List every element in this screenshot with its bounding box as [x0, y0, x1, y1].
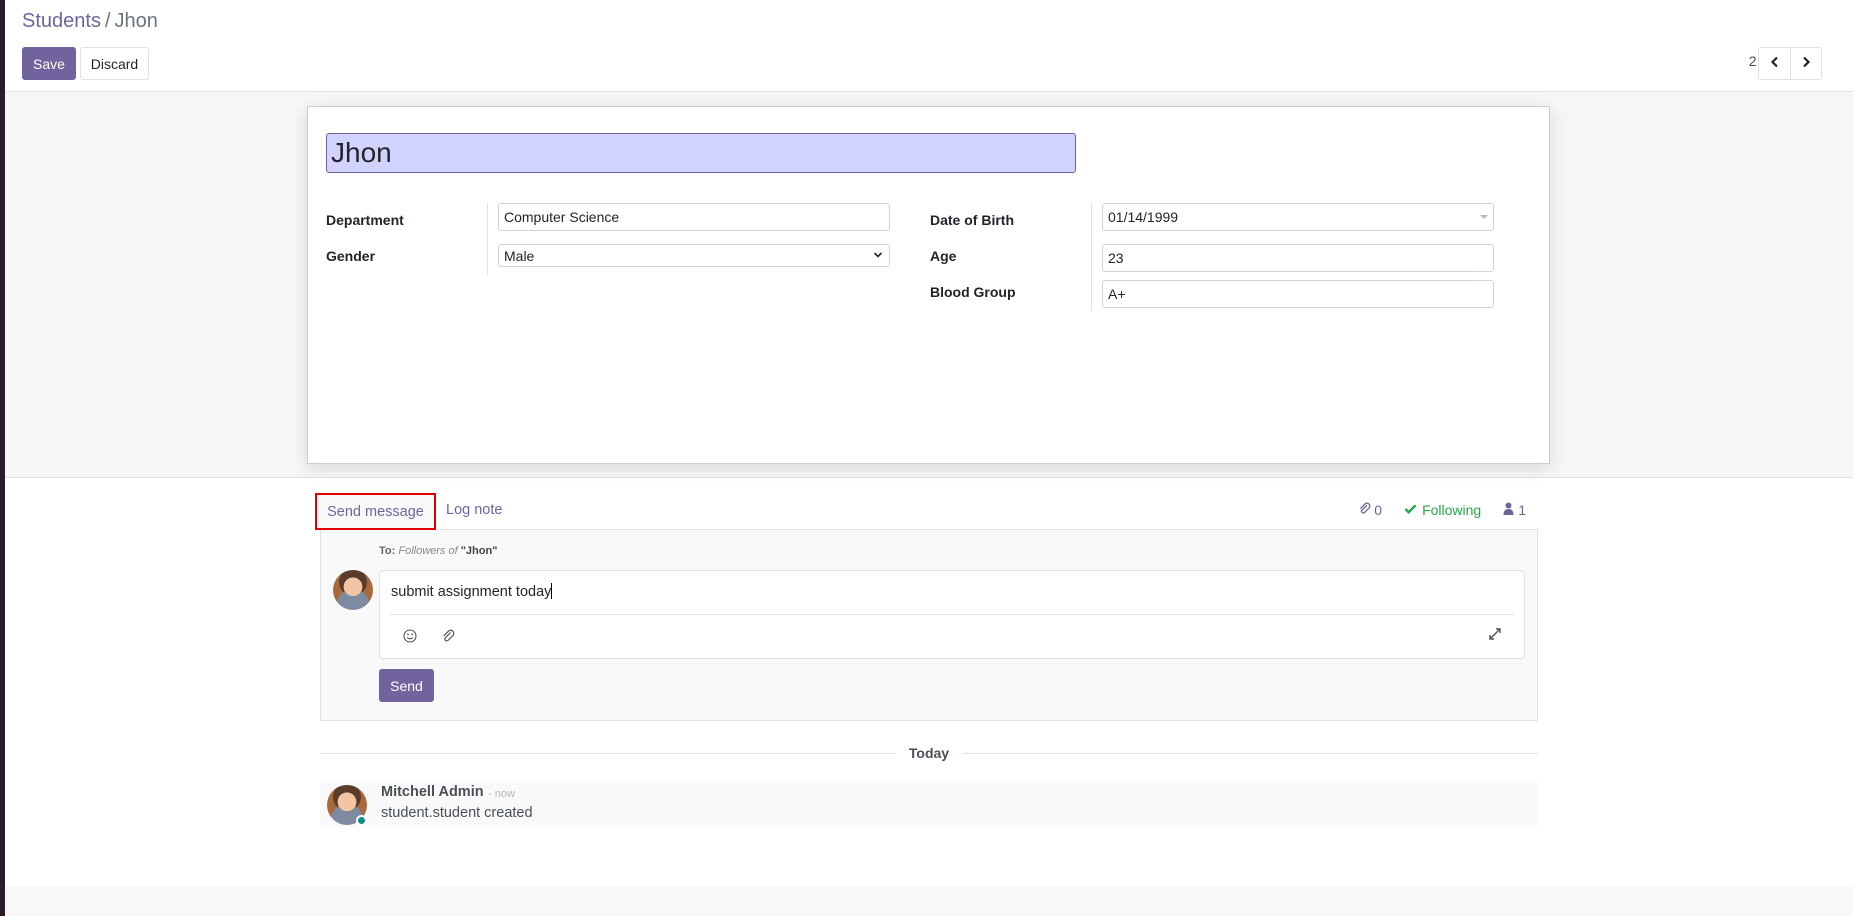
send-button[interactable]: Send [379, 669, 434, 702]
breadcrumb-students-link[interactable]: Students [22, 10, 101, 32]
to-prefix: To: [379, 545, 396, 557]
form-sheet: Department Computer Science Gender Male … [307, 106, 1550, 464]
field-label: Date of Birth [930, 203, 1092, 239]
date-of-birth-value: 01/14/1999 [1108, 209, 1179, 225]
form-group-left: Department Computer Science Gender Male [326, 203, 896, 275]
chatter-topbar: Send message Log note 0 Following 1 [315, 490, 1538, 530]
paperclip-icon[interactable] [440, 628, 456, 644]
date-of-birth-input[interactable]: 01/14/1999 [1102, 203, 1494, 231]
following-button[interactable]: Following [1404, 502, 1481, 518]
recipients-line: To: Followers of "Jhon" [379, 545, 497, 557]
followers-count: 1 [1518, 502, 1526, 518]
message-editor[interactable]: submit assignment today [379, 570, 1525, 659]
student-name-input[interactable] [326, 133, 1076, 173]
log-note-tab[interactable]: Log note [446, 502, 502, 518]
pager-previous-button[interactable] [1759, 48, 1790, 79]
message-text[interactable]: submit assignment today [391, 583, 552, 600]
breadcrumb-separator: / [104, 10, 111, 32]
control-panel: Students/Jhon Save Discard 2 / 2 [5, 0, 1853, 92]
message-body: student.student created [381, 805, 533, 821]
age-value: 23 [1108, 250, 1124, 266]
chevron-left-icon [1769, 56, 1781, 71]
user-icon [1503, 502, 1514, 518]
age-input[interactable]: 23 [1102, 244, 1494, 272]
paperclip-icon [1358, 502, 1371, 518]
breadcrumb-current: Jhon [114, 10, 158, 32]
message-date: - now [488, 788, 515, 800]
to-followers: Followers of [398, 545, 458, 557]
blood-group-value: A+ [1108, 286, 1126, 302]
form-group-right: Date of Birth 01/14/1999 Age 23 Blood Gr… [930, 203, 1500, 311]
message-composer: To: Followers of "Jhon" submit assignmen… [320, 530, 1538, 721]
divider [963, 753, 1538, 754]
followers-button[interactable]: 1 [1503, 502, 1526, 518]
attachments-count: 0 [1374, 502, 1383, 518]
field-blood-group: Blood Group A+ [930, 275, 1500, 311]
field-label: Age [930, 239, 1092, 275]
discard-button[interactable]: Discard [80, 47, 149, 80]
field-age: Age 23 [930, 239, 1500, 275]
save-button[interactable]: Save [22, 47, 76, 80]
pager-next-button[interactable] [1790, 48, 1821, 79]
chevron-right-icon [1800, 56, 1812, 71]
blood-group-input[interactable]: A+ [1102, 280, 1494, 308]
department-input[interactable]: Computer Science [498, 203, 890, 231]
chatter: Send message Log note 0 Following 1 To: … [315, 490, 1538, 827]
gender-value: Male [504, 247, 535, 264]
check-icon [1404, 502, 1417, 518]
chevron-down-icon [872, 248, 884, 264]
online-status-icon [356, 815, 367, 826]
message-item: Mitchell Admin - now student.student cre… [320, 781, 1538, 827]
message-author[interactable]: Mitchell Admin [381, 784, 484, 800]
field-label: Department [326, 203, 488, 239]
expand-icon[interactable] [1488, 627, 1504, 643]
field-label: Gender [326, 239, 488, 275]
field-gender: Gender Male [326, 239, 896, 275]
date-separator: Today [320, 743, 1538, 763]
pager-buttons [1758, 47, 1822, 80]
following-label: Following [1422, 502, 1482, 518]
field-label: Blood Group [930, 275, 1092, 311]
attachments-button[interactable]: 0 [1358, 502, 1382, 518]
caret-down-icon [1480, 215, 1488, 219]
editor-divider [390, 614, 1514, 615]
department-value: Computer Science [504, 209, 620, 225]
breadcrumb: Students / Jhon [22, 10, 158, 33]
gender-select[interactable]: Male [498, 244, 890, 267]
to-record: "Jhon" [460, 545, 498, 557]
send-message-tab[interactable]: Send message [315, 493, 436, 530]
current-user-avatar [333, 570, 373, 610]
bottom-area [5, 886, 1853, 916]
field-department: Department Computer Science [326, 203, 896, 239]
emoji-icon[interactable] [402, 628, 418, 644]
field-date-of-birth: Date of Birth 01/14/1999 [930, 203, 1500, 239]
